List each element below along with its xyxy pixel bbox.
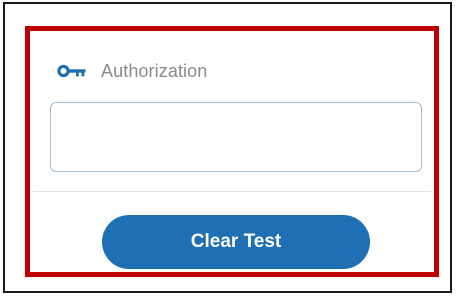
authorization-label-row: Authorization	[57, 59, 207, 83]
key-icon	[57, 64, 87, 78]
authorization-label: Authorization	[101, 60, 208, 81]
highlight-box: Authorization Clear Test	[25, 26, 439, 277]
clear-test-button[interactable]: Clear Test	[102, 215, 370, 269]
authorization-input[interactable]	[50, 102, 422, 172]
divider	[33, 191, 431, 192]
